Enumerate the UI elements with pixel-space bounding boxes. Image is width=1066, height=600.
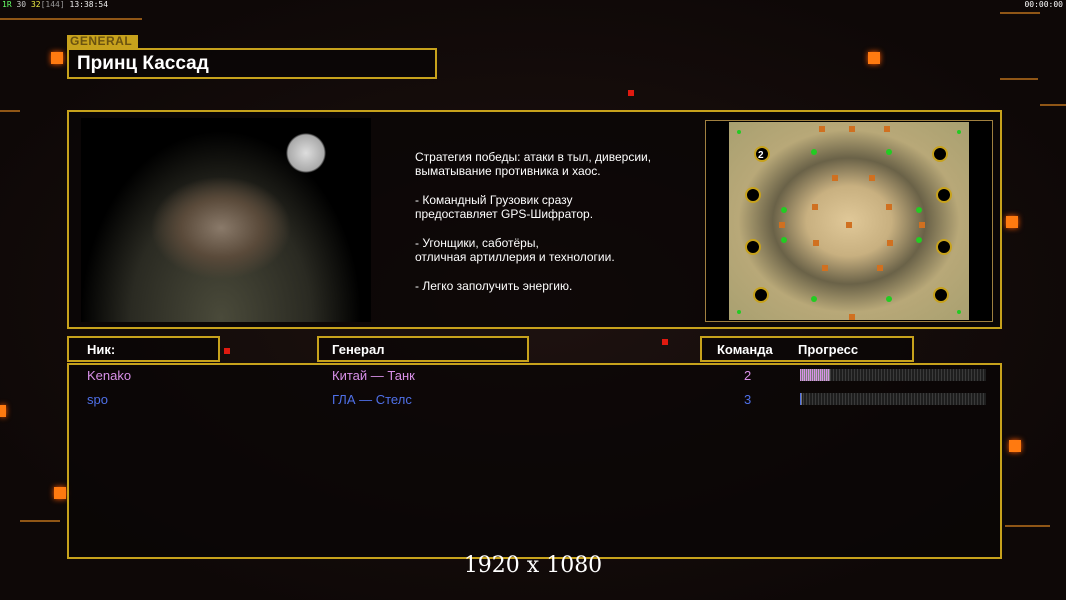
deco-line (20, 520, 60, 522)
deco-line (1040, 104, 1066, 106)
deco-square (0, 405, 6, 417)
minimap[interactable]: 2 (705, 120, 993, 322)
start-position[interactable] (936, 187, 952, 203)
progress-bar (800, 393, 986, 405)
deco-line (1000, 12, 1040, 14)
start-position[interactable] (936, 239, 952, 255)
deco-line (1005, 525, 1050, 527)
hud-c: [144] (40, 0, 65, 9)
game-clock: 00:00:00 (1024, 0, 1063, 9)
header-general: Генерал (317, 336, 529, 362)
general-label: GENERAL (67, 35, 138, 48)
players-table: Kenako Китай — Танк 2 spo ГЛА — Стелс 3 (67, 363, 1002, 559)
header-nick-label: Ник: (87, 342, 116, 357)
start-position[interactable] (753, 287, 769, 303)
deco-square (868, 52, 880, 64)
deco-square (51, 52, 63, 64)
hud-a: 30 (16, 0, 27, 9)
player-team: 3 (744, 392, 752, 407)
hud-r: 1R (2, 0, 12, 9)
player-general: ГЛА — Стелс (332, 392, 412, 407)
deco-square (1009, 440, 1021, 452)
player-nick: Kenako (87, 368, 132, 383)
start-position[interactable] (933, 287, 949, 303)
header-progress-label: Прогресс (798, 342, 859, 357)
general-info-panel: Стратегия победы: атаки в тыл, диверсии,… (67, 110, 1002, 329)
header-nick: Ник: (67, 336, 220, 362)
hud-stats: 1R 30 32[144] 13:38:54 (2, 0, 108, 9)
hud-time: 13:38:54 (69, 0, 109, 9)
start-position[interactable] (745, 239, 761, 255)
map-markers: 2 (737, 126, 961, 320)
resolution-watermark: 1920 x 1080 (463, 553, 603, 578)
table-row: spo ГЛА — Стелс 3 (69, 390, 1000, 410)
deco-square (662, 339, 668, 345)
header-team-progress: Команда Прогресс (700, 336, 914, 362)
deco-square (628, 90, 634, 96)
deco-square (224, 348, 230, 354)
header-team-label: Команда (717, 342, 773, 357)
player-team: 2 (744, 368, 752, 383)
start-position[interactable] (745, 187, 761, 203)
header-general-label: Генерал (332, 342, 385, 357)
deco-square (1006, 216, 1018, 228)
table-row: Kenako Китай — Танк 2 (69, 366, 1000, 386)
progress-fill (800, 369, 830, 381)
deco-line (0, 18, 142, 20)
start-slot-number: 2 (758, 150, 764, 161)
player-nick: spo (87, 392, 108, 407)
start-position[interactable] (932, 146, 948, 162)
hud-b: 32 (30, 0, 41, 9)
map-terrain: 2 (729, 122, 969, 320)
progress-fill (800, 393, 802, 405)
deco-square (54, 487, 66, 499)
player-general: Китай — Танк (332, 368, 415, 383)
deco-line (1000, 78, 1038, 80)
progress-bar (800, 369, 986, 381)
title-box: Принц Кассад (67, 48, 437, 79)
deco-line (0, 110, 20, 112)
general-name: Принц Кассад (77, 53, 209, 74)
general-description: Стратегия победы: атаки в тыл, диверсии,… (415, 150, 652, 293)
general-portrait (81, 118, 371, 322)
